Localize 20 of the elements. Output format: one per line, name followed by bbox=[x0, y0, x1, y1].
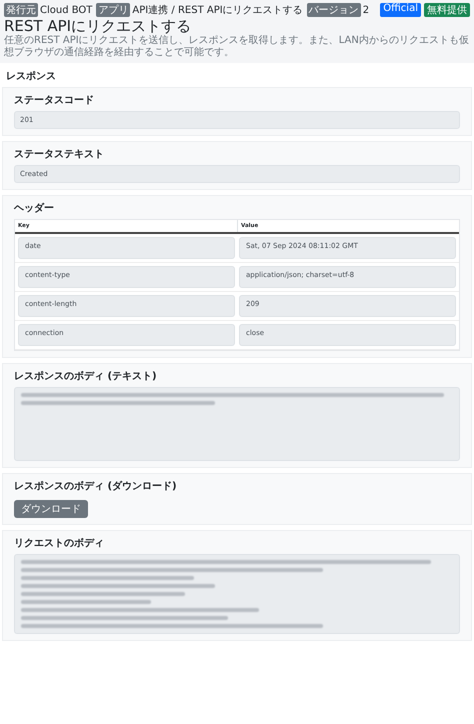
card-title: レスポンスのボディ (ダウンロード) bbox=[14, 480, 178, 493]
breadcrumb-text: API連携 / REST APIにリクエストする bbox=[132, 4, 303, 17]
card-title: ステータスコード bbox=[14, 94, 95, 107]
breadcrumb-text: Cloud BOT bbox=[40, 4, 92, 16]
label-badge: アプリ bbox=[96, 3, 130, 17]
page-description: 任意のREST APIにリクエストを送信し、レスポンスを取得します。また、LAN内からのリクエストも仮想ブラウザの通信経路を経由することで可能です。 bbox=[4, 35, 470, 59]
section-title: レスポンス bbox=[6, 70, 57, 83]
breadcrumb-text: 2 bbox=[362, 4, 370, 16]
card-title: ヘッダー bbox=[14, 202, 55, 215]
card-title: ステータステキスト bbox=[14, 148, 105, 161]
page-title: REST APIにリクエストする bbox=[4, 17, 192, 35]
card-title: レスポンスのボディ (テキスト) bbox=[14, 370, 158, 383]
tag-badge: 無料提供 bbox=[424, 3, 470, 17]
tag-badge: Official bbox=[380, 3, 421, 17]
blurred-text-area[interactable] bbox=[14, 387, 460, 461]
card-title: リクエストのボディ bbox=[14, 537, 105, 550]
label-badge: バージョン bbox=[306, 3, 361, 17]
blurred-text-area[interactable] bbox=[14, 554, 460, 634]
download-button[interactable]: ダウンロード bbox=[14, 500, 88, 518]
label-badge: 発行元 bbox=[4, 3, 38, 17]
